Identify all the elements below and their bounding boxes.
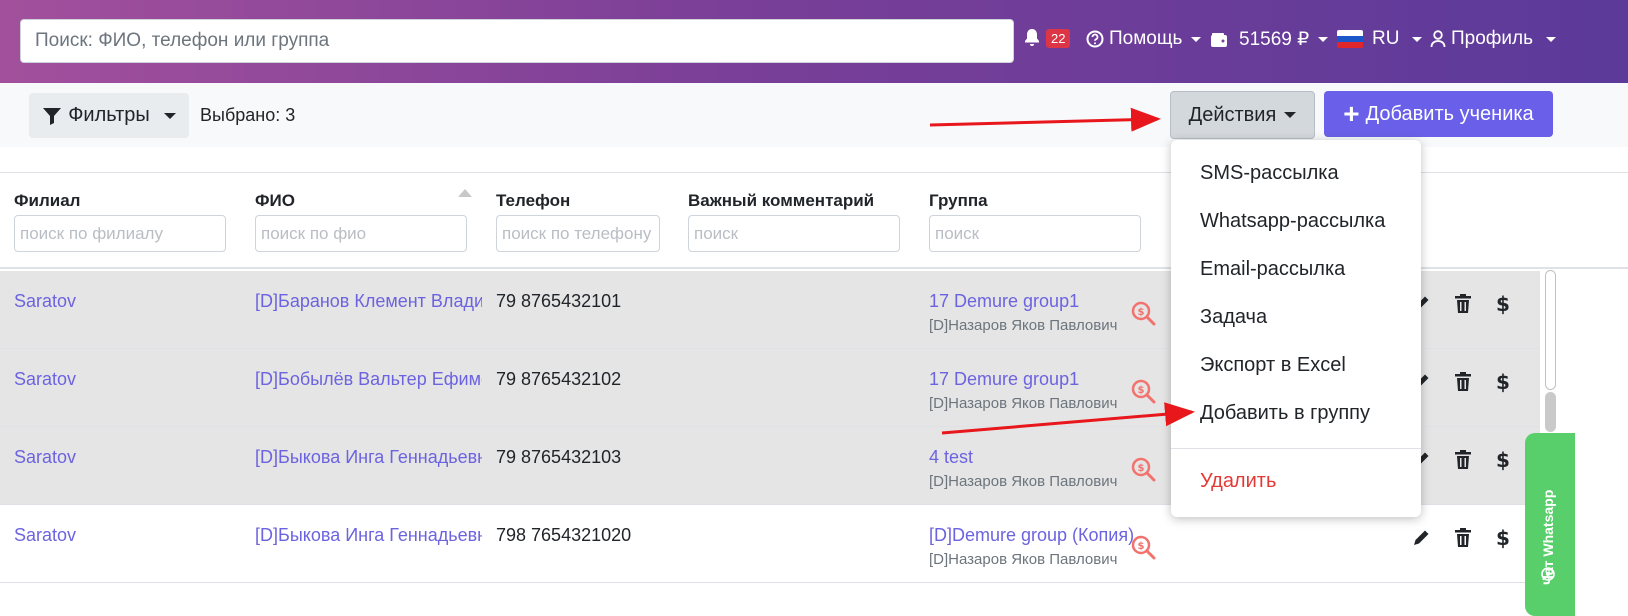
pencil-icon[interactable] xyxy=(1410,526,1432,550)
phone-cell: 79 8765432103 xyxy=(496,447,622,467)
svg-text:$: $ xyxy=(1496,448,1510,472)
profile-label: Профиль xyxy=(1451,28,1534,49)
dollar-icon[interactable]: $ xyxy=(1492,370,1514,394)
dollar-icon[interactable]: $ xyxy=(1492,292,1514,316)
phone-cell: 79 8765432101 xyxy=(496,291,622,311)
actions-dropdown-menu: SMS-рассылка Whatsapp-рассылка Email-рас… xyxy=(1171,140,1421,517)
menu-item-whatsapp[interactable]: Whatsapp-рассылка xyxy=(1200,210,1385,233)
scrollbar-thumb[interactable] xyxy=(1545,392,1556,432)
svg-text:$: $ xyxy=(1138,385,1145,396)
language-label: RU xyxy=(1372,28,1400,49)
teacher-name: [D]Назаров Яков Павлович xyxy=(929,551,1118,568)
phone-filter-input[interactable]: поиск по телефону xyxy=(496,215,660,252)
teacher-name: [D]Назаров Яков Павлович xyxy=(929,473,1118,490)
trash-icon[interactable] xyxy=(1452,370,1474,394)
group-filter-input[interactable]: поиск xyxy=(929,215,1141,252)
bell-icon xyxy=(1025,29,1039,46)
dollar-icon[interactable]: $ xyxy=(1492,448,1514,472)
language-menu[interactable]: RU xyxy=(1337,28,1423,50)
chevron-down-icon xyxy=(1412,36,1423,42)
help-icon xyxy=(1086,30,1104,48)
student-name-link[interactable]: [D]Быкова Инга Геннадьевна xyxy=(255,525,482,546)
actions-button[interactable]: Действия xyxy=(1170,91,1315,139)
trash-icon[interactable] xyxy=(1452,526,1474,550)
money-search-icon[interactable]: $ xyxy=(1131,535,1157,561)
wallet-icon xyxy=(1211,32,1227,47)
student-name-link[interactable]: [D]Бобылёв Вальтер Ефимович xyxy=(255,369,482,390)
filters-label: Фильтры xyxy=(68,104,150,126)
column-header-branch[interactable]: Филиал xyxy=(14,191,80,211)
chevron-down-icon xyxy=(1191,36,1202,42)
trash-icon[interactable] xyxy=(1452,448,1474,472)
global-search-input[interactable]: Поиск: ФИО, телефон или группа xyxy=(20,19,1014,63)
svg-text:$: $ xyxy=(1496,370,1510,394)
add-student-label: Добавить ученика xyxy=(1365,102,1534,125)
group-link[interactable]: 17 Demure group1 xyxy=(929,369,1129,390)
filter-icon xyxy=(43,107,62,125)
menu-item-add-to-group[interactable]: Добавить в группу xyxy=(1200,402,1370,425)
help-label: Помощь xyxy=(1109,28,1183,49)
svg-text:$: $ xyxy=(1496,526,1510,550)
toolbar: Фильтры Выбрано: 3 Действия + Добавить у… xyxy=(0,83,1628,147)
filters-button[interactable]: Фильтры xyxy=(29,93,189,138)
profile-menu[interactable]: Профиль xyxy=(1430,28,1557,50)
svg-text:$: $ xyxy=(1138,307,1145,318)
balance-menu[interactable]: 51569 ₽ xyxy=(1210,28,1329,51)
phone-cell: 798 7654321020 xyxy=(496,525,632,545)
menu-divider xyxy=(1171,448,1421,449)
student-name-link[interactable]: [D]Баранов Клемент Владимирович xyxy=(255,291,482,312)
group-link[interactable]: 17 Demure group1 xyxy=(929,291,1129,312)
top-navbar: Поиск: ФИО, телефон или группа 22 Помощь… xyxy=(0,0,1628,83)
help-menu[interactable]: Помощь xyxy=(1086,28,1202,50)
balance-label: 51569 ₽ xyxy=(1239,29,1310,50)
menu-item-task[interactable]: Задача xyxy=(1200,306,1267,329)
branch-link[interactable]: Saratov xyxy=(14,447,244,468)
chevron-down-icon xyxy=(1318,37,1329,42)
chevron-down-icon xyxy=(1546,36,1557,42)
teacher-name: [D]Назаров Яков Павлович xyxy=(929,395,1118,412)
menu-item-delete[interactable]: Удалить xyxy=(1200,470,1276,493)
whatsapp-icon xyxy=(1541,567,1555,581)
trash-icon[interactable] xyxy=(1452,292,1474,316)
sort-ascending-icon[interactable] xyxy=(458,189,472,197)
group-link[interactable]: 4 test xyxy=(929,447,1129,468)
column-header-group[interactable]: Группа xyxy=(929,191,988,211)
column-header-name[interactable]: ФИО xyxy=(255,191,295,211)
phone-cell: 79 8765432102 xyxy=(496,369,622,389)
chevron-down-icon xyxy=(163,112,176,119)
column-header-phone[interactable]: Телефон xyxy=(496,191,570,211)
notifications-button[interactable]: 22 xyxy=(1023,28,1071,48)
chevron-down-icon xyxy=(1284,112,1297,118)
menu-item-email[interactable]: Email-рассылка xyxy=(1200,258,1345,281)
actions-label: Действия xyxy=(1188,103,1277,126)
teacher-name: [D]Назаров Яков Павлович xyxy=(929,317,1118,334)
add-student-button[interactable]: + Добавить ученика xyxy=(1324,91,1553,137)
notification-count-badge: 22 xyxy=(1046,28,1071,48)
money-search-icon[interactable]: $ xyxy=(1131,301,1157,327)
scrollbar-track-upper[interactable] xyxy=(1545,270,1556,390)
group-link[interactable]: [D]Demure group (Копия) xyxy=(929,525,1144,546)
comment-filter-input[interactable]: поиск xyxy=(688,215,900,252)
branch-link[interactable]: Saratov xyxy=(14,525,244,546)
name-filter-input[interactable]: поиск по фио xyxy=(255,215,467,252)
student-name-link[interactable]: [D]Быкова Инга Геннадьевна xyxy=(255,447,482,468)
svg-text:$: $ xyxy=(1496,292,1510,316)
branch-link[interactable]: Saratov xyxy=(14,291,244,312)
svg-text:$: $ xyxy=(1138,541,1145,552)
money-search-icon[interactable]: $ xyxy=(1131,379,1157,405)
user-icon xyxy=(1430,30,1446,48)
column-header-comment[interactable]: Важный комментарий xyxy=(688,191,874,211)
dollar-icon[interactable]: $ xyxy=(1492,526,1514,550)
selected-count: Выбрано: 3 xyxy=(200,105,296,125)
menu-item-export-excel[interactable]: Экспорт в Excel xyxy=(1200,354,1346,377)
branch-link[interactable]: Saratov xyxy=(14,369,244,390)
branch-filter-input[interactable]: поиск по филиалу xyxy=(14,215,226,252)
ru-flag-icon xyxy=(1337,30,1363,48)
plus-icon: + xyxy=(1343,98,1360,129)
money-search-icon[interactable]: $ xyxy=(1131,457,1157,483)
svg-text:$: $ xyxy=(1138,463,1145,474)
menu-item-sms[interactable]: SMS-рассылка xyxy=(1200,162,1339,185)
